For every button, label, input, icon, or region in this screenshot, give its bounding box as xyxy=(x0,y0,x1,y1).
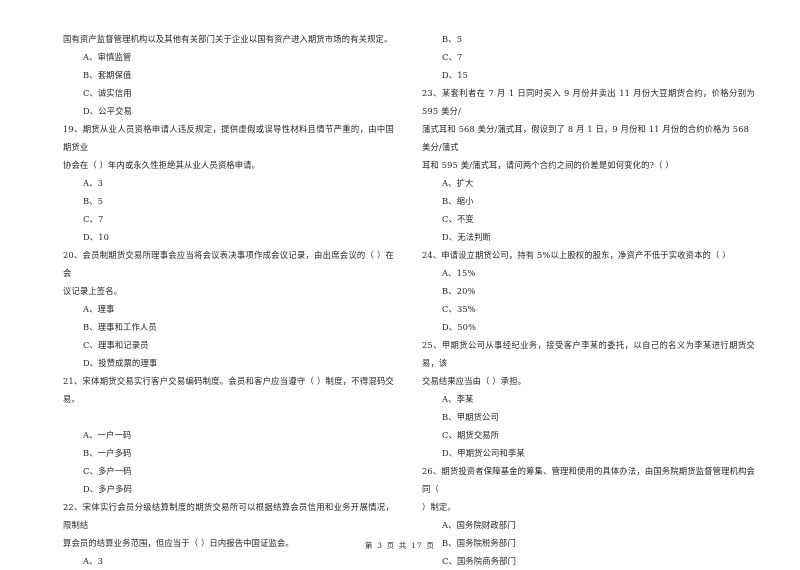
option-list-24: A、15% B、20% C、35% D、50% xyxy=(422,264,755,336)
option-item[interactable]: C、7 xyxy=(422,48,755,66)
option-list-21: A、一户一码 B、一户多码 C、多户一码 D、多户多码 xyxy=(63,426,394,498)
option-item[interactable]: C、理事和记录员 xyxy=(63,336,394,354)
option-item[interactable]: B、5 xyxy=(63,192,394,210)
question-line: 蒲式耳和 568 美分/蒲式耳，假设到了 8 月 1 日，9 月份和 11 月份… xyxy=(422,124,750,152)
option-list-22-continued: B、5 C、7 D、15 xyxy=(422,30,755,84)
option-item[interactable]: C、不变 xyxy=(422,210,755,228)
question-line: 20、会员制期货交易所理事会应当将会议表决事项作成会议记录，由出席会议的（ ）在… xyxy=(63,250,394,278)
option-item[interactable]: A、3 xyxy=(63,552,394,570)
question-26: 26、期货投资者保障基金的筹集、管理和使用的具体办法，由国务院期货监督管理机构会… xyxy=(422,462,755,516)
option-item[interactable]: C、7 xyxy=(63,210,394,228)
option-item[interactable]: D、无法判断 xyxy=(422,228,755,246)
page-footer: 第 3 页 共 17 页 xyxy=(364,541,436,550)
question-21: 21、宋体期货交易实行客户交易编码制度。会员和客户应当遵守（ ）制度，不得混码交… xyxy=(63,372,394,408)
question-line: 议记录上签名。 xyxy=(63,286,123,296)
question-23: 23、某套利者在 7 月 1 日同时买入 9 月份并卖出 11 月份大豆期货合约… xyxy=(422,84,755,174)
question-24: 24、申请设立期货公司，持有 5%以上股权的股东，净资产不低于实收资本的（ ） xyxy=(422,246,755,264)
question-line: 交易结果应当由（ ）承担。 xyxy=(422,376,527,386)
question-continuation-18: 国有资产监督管理机构以及其他有关部门关于企业以国有资产进入期货市场的有关规定。 xyxy=(63,30,394,48)
question-line: 26、期货投资者保障基金的筹集、管理和使用的具体办法，由国务院期货监督管理机构会… xyxy=(422,466,755,494)
option-item[interactable]: B、甲期货公司 xyxy=(422,408,755,426)
option-item[interactable]: A、扩大 xyxy=(422,174,755,192)
option-item[interactable]: A、15% xyxy=(422,264,755,282)
option-item[interactable]: A、一户一码 xyxy=(63,426,394,444)
question-line: 19、期货从业人员资格申请人违反规定，提供虚假或误导性材料且情节严重的，由中国期… xyxy=(63,124,394,152)
option-list-18: A、审慎监管 B、套期保值 C、诚实信用 D、公平交易 xyxy=(63,48,394,120)
option-item[interactable]: C、国务院商务部门 xyxy=(422,552,755,570)
question-line: 协会在（ ）年内或永久性拒绝其从业人员资格申请。 xyxy=(63,160,261,170)
right-column: B、5 C、7 D、15 23、某套利者在 7 月 1 日同时买入 9 月份并卖… xyxy=(400,30,800,570)
option-item[interactable]: B、理事和工作人员 xyxy=(63,318,394,336)
option-item[interactable]: D、公平交易 xyxy=(63,102,394,120)
option-item[interactable]: A、3 xyxy=(63,174,394,192)
question-line: ）制定。 xyxy=(422,502,456,512)
option-list-25: A、李某 B、甲期货公司 C、期货交易所 D、甲期货公司和李某 xyxy=(422,390,755,462)
option-item[interactable]: B、一户多码 xyxy=(63,444,394,462)
option-item[interactable]: C、多户一码 xyxy=(63,462,394,480)
option-item[interactable]: C、35% xyxy=(422,300,755,318)
option-item[interactable]: D、15 xyxy=(422,66,755,84)
option-item[interactable]: D、10 xyxy=(63,228,394,246)
left-column: 国有资产监督管理机构以及其他有关部门关于企业以国有资产进入期货市场的有关规定。 … xyxy=(0,30,400,570)
option-item[interactable]: B、缩小 xyxy=(422,192,755,210)
question-line: 耳和 595 美/蒲式耳，请问两个合约之间的价差是如何变化的?（ ） xyxy=(422,160,674,170)
option-item[interactable]: A、李某 xyxy=(422,390,755,408)
question-20: 20、会员制期货交易所理事会应当将会议表决事项作成会议记录，由出席会议的（ ）在… xyxy=(63,246,394,300)
option-item[interactable]: D、投赞成票的理事 xyxy=(63,354,394,372)
option-item[interactable]: B、20% xyxy=(422,282,755,300)
option-list-20: A、理事 B、理事和工作人员 C、理事和记录员 D、投赞成票的理事 xyxy=(63,300,394,372)
option-list-22: A、3 xyxy=(63,552,394,570)
question-line: 24、申请设立期货公司，持有 5%以上股权的股东，净资产不低于实收资本的（ ） xyxy=(422,250,731,260)
option-list-23: A、扩大 B、缩小 C、不变 D、无法判断 xyxy=(422,174,755,246)
option-item[interactable]: B、5 xyxy=(422,30,755,48)
question-line: 23、某套利者在 7 月 1 日同时买入 9 月份并卖出 11 月份大豆期货合约… xyxy=(422,88,755,116)
question-line: 25、甲期货公司从事经纪业务，接受客户李某的委托，以自己的名义为李某进行期货交易… xyxy=(422,340,755,368)
question-line: 22、宋体实行会员分级结算制度的期货交易所可以根据结算会员信用和业务开展情况，限… xyxy=(63,502,394,530)
exam-page: 国有资产监督管理机构以及其他有关部门关于企业以国有资产进入期货市场的有关规定。 … xyxy=(0,0,800,566)
question-19: 19、期货从业人员资格申请人违反规定，提供虚假或误导性材料且情节严重的，由中国期… xyxy=(63,120,394,174)
option-item[interactable]: B、套期保值 xyxy=(63,66,394,84)
option-item[interactable]: D、甲期货公司和李某 xyxy=(422,444,755,462)
option-item[interactable]: A、审慎监管 xyxy=(63,48,394,66)
option-item[interactable]: C、期货交易所 xyxy=(422,426,755,444)
two-column-layout: 国有资产监督管理机构以及其他有关部门关于企业以国有资产进入期货市场的有关规定。 … xyxy=(0,30,800,570)
option-list-19: A、3 B、5 C、7 D、10 xyxy=(63,174,394,246)
option-item[interactable]: D、50% xyxy=(422,318,755,336)
option-item[interactable]: C、诚实信用 xyxy=(63,84,394,102)
question-25: 25、甲期货公司从事经纪业务，接受客户李某的委托，以自己的名义为李某进行期货交易… xyxy=(422,336,755,390)
question-line: 国有资产监督管理机构以及其他有关部门关于企业以国有资产进入期货市场的有关规定。 xyxy=(63,34,393,44)
option-item[interactable]: D、多户多码 xyxy=(63,480,394,498)
question-line: 21、宋体期货交易实行客户交易编码制度。会员和客户应当遵守（ ）制度，不得混码交… xyxy=(63,376,394,404)
option-item[interactable]: A、理事 xyxy=(63,300,394,318)
option-item[interactable]: A、国务院财政部门 xyxy=(422,516,755,534)
